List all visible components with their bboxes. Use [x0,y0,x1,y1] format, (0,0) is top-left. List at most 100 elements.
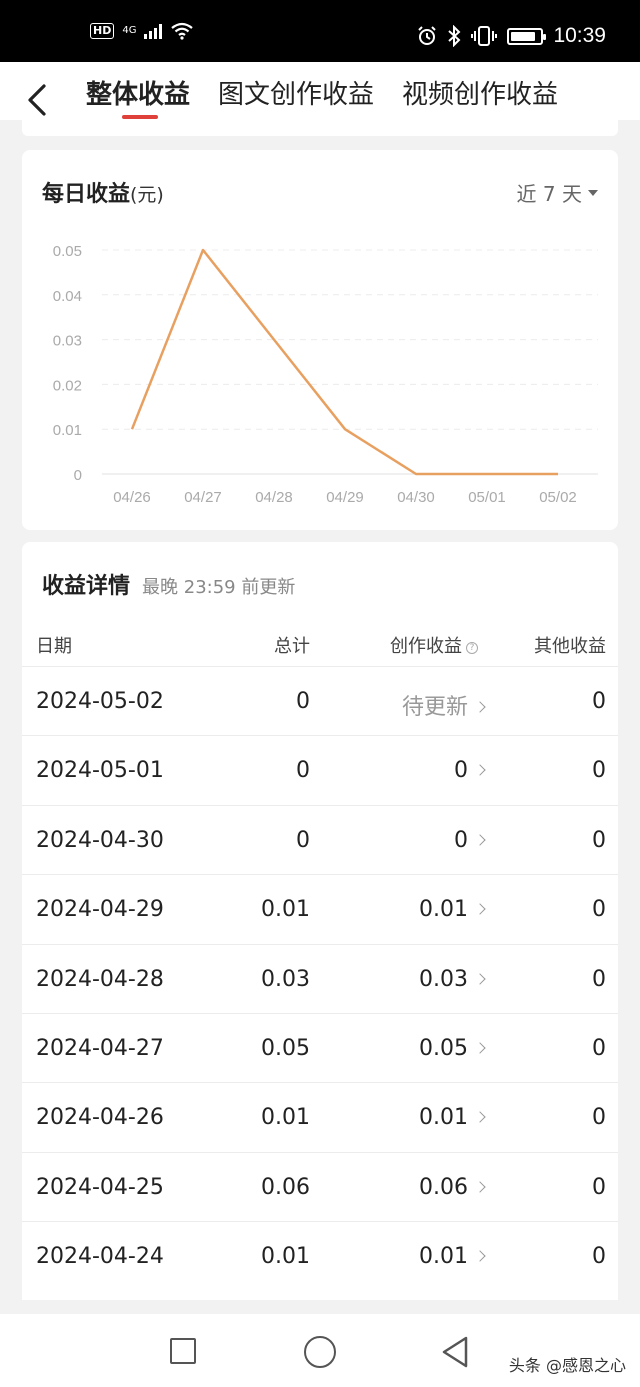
row-other: 0 [592,1105,606,1131]
detail-header: 收益详情 最晚 23:59 前更新 [42,568,295,600]
chevron-right-icon [474,1042,486,1054]
battery-icon [507,27,547,45]
update-note: 最晚 23:59 前更新 [142,577,296,598]
row-total: 0 [296,827,310,853]
row-total: 0.03 [261,966,310,992]
range-select[interactable]: 近 7 天 [517,178,598,207]
row-other: 0 [592,1174,606,1200]
row-other: 0 [592,689,606,714]
row-total: 0.01 [261,897,310,923]
row-creation-link[interactable]: 0.05 [419,1035,486,1061]
row-other: 0 [592,966,606,992]
y-tick-label: 0.01 [53,422,82,439]
table-row: 2024-04-26 0.01 0.01 0 [22,1082,618,1151]
row-date: 2024-04-24 [36,1244,164,1270]
caret-down-icon [588,189,598,196]
row-creation-link[interactable]: 0 [454,828,486,853]
row-creation-link[interactable]: 待更新 [401,689,486,721]
previous-card-edge [22,120,618,136]
row-other: 0 [592,827,606,853]
back-icon[interactable] [438,1334,472,1370]
row-creation-link[interactable]: 0.01 [419,1244,486,1269]
x-tick-label: 04/26 [113,489,151,506]
row-creation-value: 0.06 [419,1174,468,1200]
chevron-right-icon [474,972,486,985]
header-creation-label: 创作收益 [390,636,462,657]
table-row: 2024-05-01 0 0 0 [22,735,618,804]
row-date: 2024-04-29 [36,897,164,923]
chevron-right-icon [474,1181,486,1193]
chevron-right-icon [474,764,486,777]
row-creation-link[interactable]: 0.01 [419,1105,486,1130]
series-line [130,248,558,476]
row-date: 2024-04-30 [36,827,164,853]
row-total: 0.06 [261,1174,310,1200]
chevron-right-icon [474,834,486,846]
detail-title: 收益详情 [42,574,131,599]
row-creation-value: 待更新 [401,695,468,720]
help-icon[interactable]: ? [466,642,478,654]
x-tick-label: 04/29 [326,489,364,506]
bluetooth-icon [448,25,461,47]
y-tick-label: 0.02 [53,377,82,394]
row-date: 2024-05-01 [36,758,164,784]
row-total: 0.01 [261,1244,310,1270]
hd-badge: HD [90,23,115,39]
x-tick-label: 04/27 [184,489,222,506]
home-icon[interactable] [304,1336,336,1368]
daily-earnings-title-text: 每日收益 [42,182,131,207]
tab-bar: 整体收益 图文创作收益 视频创作收益 [86,74,558,119]
tab-article-earnings[interactable]: 图文创作收益 [218,74,374,119]
wifi-icon [171,22,194,40]
row-date: 2024-04-28 [36,966,164,992]
table-row: 2024-05-02 0 待更新 0 [22,666,618,735]
chevron-right-icon [474,903,486,915]
tab-video-earnings[interactable]: 视频创作收益 [402,74,558,119]
row-creation-value: 0.05 [419,1035,468,1061]
row-creation-link[interactable]: 0.03 [419,966,486,992]
row-other: 0 [592,1035,606,1061]
recent-apps-icon[interactable] [170,1338,196,1364]
top-nav: 整体收益 图文创作收益 视频创作收益 [0,62,640,120]
x-tick-label: 04/30 [397,489,435,506]
row-date: 2024-05-02 [36,689,164,714]
header-total: 总计 [274,636,310,657]
table-header: 日期 总计 创作收益? 其他收益 [22,620,618,666]
table-row: 2024-04-28 0.03 0.03 0 [22,943,618,1013]
x-tick-label: 04/28 [255,489,293,506]
earnings-detail-card: 收益详情 最晚 23:59 前更新 日期 总计 创作收益? 其他收益 2024-… [22,542,618,1300]
table-row: 2024-04-27 0.05 0.05 0 [22,1012,618,1082]
row-total: 0.05 [261,1035,310,1061]
chevron-left-icon[interactable] [24,80,52,120]
daily-earnings-title: 每日收益(元) [42,176,164,208]
chevron-right-icon [474,1250,486,1262]
table-row: 2024-04-29 0.01 0.01 0 [22,874,618,943]
earnings-table: 2024-05-02 0 待更新 0 2024-05-01 0 0 0 2024-04-30 0 0… [22,666,618,1291]
row-date: 2024-04-25 [36,1174,164,1200]
clock-time: 10:39 [553,24,606,47]
status-left: HD 4G [90,22,194,40]
network-type: 4G [122,25,137,36]
row-creation-value: 0 [454,758,468,784]
row-creation-link[interactable]: 0.06 [419,1174,486,1200]
header-date: 日期 [36,636,72,657]
row-total: 0.01 [261,1105,310,1131]
row-other: 0 [592,897,606,923]
row-total: 0 [296,689,310,714]
table-row: 2024-04-24 0.01 0.01 0 [22,1221,618,1290]
system-nav-bar: 头条 @感恩之心 [0,1314,640,1387]
signal-icon [144,23,163,39]
row-creation-link[interactable]: 0 [454,758,486,784]
row-total: 0 [296,758,310,784]
vibrate-icon [471,26,498,46]
row-creation-link[interactable]: 0.01 [419,897,486,923]
x-tick-label: 05/02 [539,489,577,506]
status-right: 10:39 [417,24,606,48]
y-tick-label: 0.04 [53,288,82,305]
range-select-label: 近 7 天 [516,182,582,206]
row-creation-value: 0.03 [419,966,468,992]
row-creation-value: 0.01 [419,897,468,923]
tab-overall-earnings[interactable]: 整体收益 [86,74,190,119]
row-date: 2024-04-27 [36,1035,164,1061]
daily-earnings-card: 0 0.01 0.02 0.03 0.04 0.05 04/26 04/27 04/28 04/2… [22,150,618,530]
